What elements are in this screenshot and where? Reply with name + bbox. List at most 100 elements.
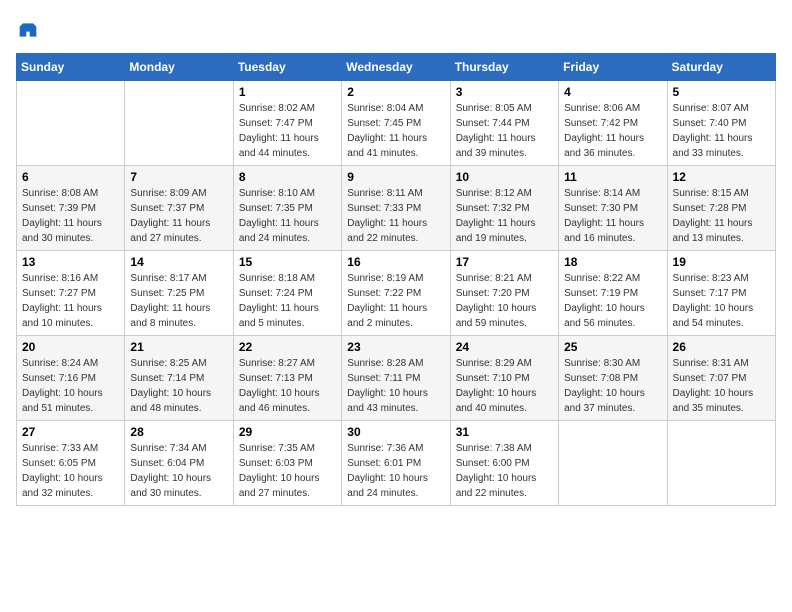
day-info: Sunrise: 8:16 AM Sunset: 7:27 PM Dayligh… [22, 271, 119, 331]
logo-icon [18, 20, 38, 40]
calendar-cell: 15 Sunrise: 8:18 AM Sunset: 7:24 PM Dayli… [233, 251, 341, 336]
day-info: Sunrise: 8:23 AM Sunset: 7:17 PM Dayligh… [673, 271, 770, 331]
day-info: Sunrise: 8:17 AM Sunset: 7:25 PM Dayligh… [130, 271, 227, 331]
calendar-body: 1 Sunrise: 8:02 AM Sunset: 7:47 PM Daylig… [17, 81, 776, 506]
day-info: Sunrise: 7:34 AM Sunset: 6:04 PM Dayligh… [130, 441, 227, 501]
day-number: 17 [456, 255, 553, 269]
day-number: 24 [456, 340, 553, 354]
day-info: Sunrise: 7:38 AM Sunset: 6:00 PM Dayligh… [456, 441, 553, 501]
day-number: 20 [22, 340, 119, 354]
calendar-cell: 19 Sunrise: 8:23 AM Sunset: 7:17 PM Dayli… [667, 251, 775, 336]
calendar-cell: 8 Sunrise: 8:10 AM Sunset: 7:35 PM Daylig… [233, 166, 341, 251]
day-number: 8 [239, 170, 336, 184]
day-info: Sunrise: 8:21 AM Sunset: 7:20 PM Dayligh… [456, 271, 553, 331]
day-number: 29 [239, 425, 336, 439]
day-number: 7 [130, 170, 227, 184]
calendar-cell [667, 421, 775, 506]
calendar-cell: 28 Sunrise: 7:34 AM Sunset: 6:04 PM Dayli… [125, 421, 233, 506]
weekday-header-cell: Saturday [667, 54, 775, 81]
day-info: Sunrise: 7:35 AM Sunset: 6:03 PM Dayligh… [239, 441, 336, 501]
calendar-cell: 6 Sunrise: 8:08 AM Sunset: 7:39 PM Daylig… [17, 166, 125, 251]
day-info: Sunrise: 8:31 AM Sunset: 7:07 PM Dayligh… [673, 356, 770, 416]
day-number: 2 [347, 85, 444, 99]
day-number: 28 [130, 425, 227, 439]
day-info: Sunrise: 8:24 AM Sunset: 7:16 PM Dayligh… [22, 356, 119, 416]
calendar-cell: 13 Sunrise: 8:16 AM Sunset: 7:27 PM Dayli… [17, 251, 125, 336]
calendar-cell: 24 Sunrise: 8:29 AM Sunset: 7:10 PM Dayli… [450, 336, 558, 421]
calendar-cell: 26 Sunrise: 8:31 AM Sunset: 7:07 PM Dayli… [667, 336, 775, 421]
calendar-cell: 3Sunrise: 8:05 AM Sunset: 7:44 PM Daylig… [450, 81, 558, 166]
day-number: 1 [239, 85, 336, 99]
calendar-cell: 1 Sunrise: 8:02 AM Sunset: 7:47 PM Daylig… [233, 81, 341, 166]
day-info: Sunrise: 8:12 AM Sunset: 7:32 PM Dayligh… [456, 186, 553, 246]
day-number: 21 [130, 340, 227, 354]
calendar-cell: 11 Sunrise: 8:14 AM Sunset: 7:30 PM Dayli… [559, 166, 667, 251]
day-info: Sunrise: 8:09 AM Sunset: 7:37 PM Dayligh… [130, 186, 227, 246]
day-info: Sunrise: 8:10 AM Sunset: 7:35 PM Dayligh… [239, 186, 336, 246]
day-number: 12 [673, 170, 770, 184]
day-number: 22 [239, 340, 336, 354]
calendar-cell [559, 421, 667, 506]
day-number: 4 [564, 85, 661, 99]
day-number: 19 [673, 255, 770, 269]
calendar-cell: 29 Sunrise: 7:35 AM Sunset: 6:03 PM Dayli… [233, 421, 341, 506]
day-number: 13 [22, 255, 119, 269]
day-info: Sunrise: 8:06 AM Sunset: 7:42 PM Dayligh… [564, 101, 661, 161]
calendar-cell: 30Sunrise: 7:36 AM Sunset: 6:01 PM Dayli… [342, 421, 450, 506]
day-info: Sunrise: 8:30 AM Sunset: 7:08 PM Dayligh… [564, 356, 661, 416]
day-info: Sunrise: 8:02 AM Sunset: 7:47 PM Dayligh… [239, 101, 336, 161]
day-info: Sunrise: 8:19 AM Sunset: 7:22 PM Dayligh… [347, 271, 444, 331]
day-number: 14 [130, 255, 227, 269]
day-info: Sunrise: 8:04 AM Sunset: 7:45 PM Dayligh… [347, 101, 444, 161]
calendar-table: SundayMondayTuesdayWednesdayThursdayFrid… [16, 53, 776, 506]
calendar-cell: 2 Sunrise: 8:04 AM Sunset: 7:45 PM Daylig… [342, 81, 450, 166]
day-number: 11 [564, 170, 661, 184]
day-info: Sunrise: 8:15 AM Sunset: 7:28 PM Dayligh… [673, 186, 770, 246]
calendar-cell: 9 Sunrise: 8:11 AM Sunset: 7:33 PM Daylig… [342, 166, 450, 251]
calendar-cell [17, 81, 125, 166]
day-info: Sunrise: 7:36 AM Sunset: 6:01 PM Dayligh… [347, 441, 444, 501]
calendar-cell: 16 Sunrise: 8:19 AM Sunset: 7:22 PM Dayli… [342, 251, 450, 336]
calendar-cell: 18Sunrise: 8:22 AM Sunset: 7:19 PM Dayli… [559, 251, 667, 336]
day-info: Sunrise: 8:28 AM Sunset: 7:11 PM Dayligh… [347, 356, 444, 416]
calendar-cell: 5Sunrise: 8:07 AM Sunset: 7:40 PM Daylig… [667, 81, 775, 166]
day-number: 18 [564, 255, 661, 269]
day-info: Sunrise: 8:05 AM Sunset: 7:44 PM Dayligh… [456, 101, 553, 161]
day-number: 15 [239, 255, 336, 269]
calendar-week-row: 1 Sunrise: 8:02 AM Sunset: 7:47 PM Daylig… [17, 81, 776, 166]
calendar-cell: 7 Sunrise: 8:09 AM Sunset: 7:37 PM Daylig… [125, 166, 233, 251]
day-number: 27 [22, 425, 119, 439]
day-info: Sunrise: 8:25 AM Sunset: 7:14 PM Dayligh… [130, 356, 227, 416]
weekday-header-cell: Friday [559, 54, 667, 81]
weekday-header-cell: Sunday [17, 54, 125, 81]
calendar-cell: 22Sunrise: 8:27 AM Sunset: 7:13 PM Dayli… [233, 336, 341, 421]
calendar-cell [125, 81, 233, 166]
day-info: Sunrise: 8:07 AM Sunset: 7:40 PM Dayligh… [673, 101, 770, 161]
calendar-cell: 25 Sunrise: 8:30 AM Sunset: 7:08 PM Dayli… [559, 336, 667, 421]
calendar-cell: 4 Sunrise: 8:06 AM Sunset: 7:42 PM Daylig… [559, 81, 667, 166]
day-info: Sunrise: 7:33 AM Sunset: 6:05 PM Dayligh… [22, 441, 119, 501]
day-number: 9 [347, 170, 444, 184]
day-number: 25 [564, 340, 661, 354]
day-number: 26 [673, 340, 770, 354]
day-number: 31 [456, 425, 553, 439]
calendar-week-row: 27 Sunrise: 7:33 AM Sunset: 6:05 PM Dayli… [17, 421, 776, 506]
logo [16, 20, 38, 45]
weekday-header-cell: Wednesday [342, 54, 450, 81]
calendar-cell: 17 Sunrise: 8:21 AM Sunset: 7:20 PM Dayli… [450, 251, 558, 336]
calendar-cell: 12 Sunrise: 8:15 AM Sunset: 7:28 PM Dayli… [667, 166, 775, 251]
day-info: Sunrise: 8:14 AM Sunset: 7:30 PM Dayligh… [564, 186, 661, 246]
day-info: Sunrise: 8:11 AM Sunset: 7:33 PM Dayligh… [347, 186, 444, 246]
calendar-cell: 21 Sunrise: 8:25 AM Sunset: 7:14 PM Dayli… [125, 336, 233, 421]
calendar-cell: 10Sunrise: 8:12 AM Sunset: 7:32 PM Dayli… [450, 166, 558, 251]
calendar-cell: 31 Sunrise: 7:38 AM Sunset: 6:00 PM Dayli… [450, 421, 558, 506]
day-number: 6 [22, 170, 119, 184]
calendar-week-row: 13 Sunrise: 8:16 AM Sunset: 7:27 PM Dayli… [17, 251, 776, 336]
day-info: Sunrise: 8:29 AM Sunset: 7:10 PM Dayligh… [456, 356, 553, 416]
calendar-cell: 27 Sunrise: 7:33 AM Sunset: 6:05 PM Dayli… [17, 421, 125, 506]
day-info: Sunrise: 8:08 AM Sunset: 7:39 PM Dayligh… [22, 186, 119, 246]
weekday-header-cell: Tuesday [233, 54, 341, 81]
day-number: 16 [347, 255, 444, 269]
calendar-week-row: 20 Sunrise: 8:24 AM Sunset: 7:16 PM Dayli… [17, 336, 776, 421]
day-info: Sunrise: 8:18 AM Sunset: 7:24 PM Dayligh… [239, 271, 336, 331]
